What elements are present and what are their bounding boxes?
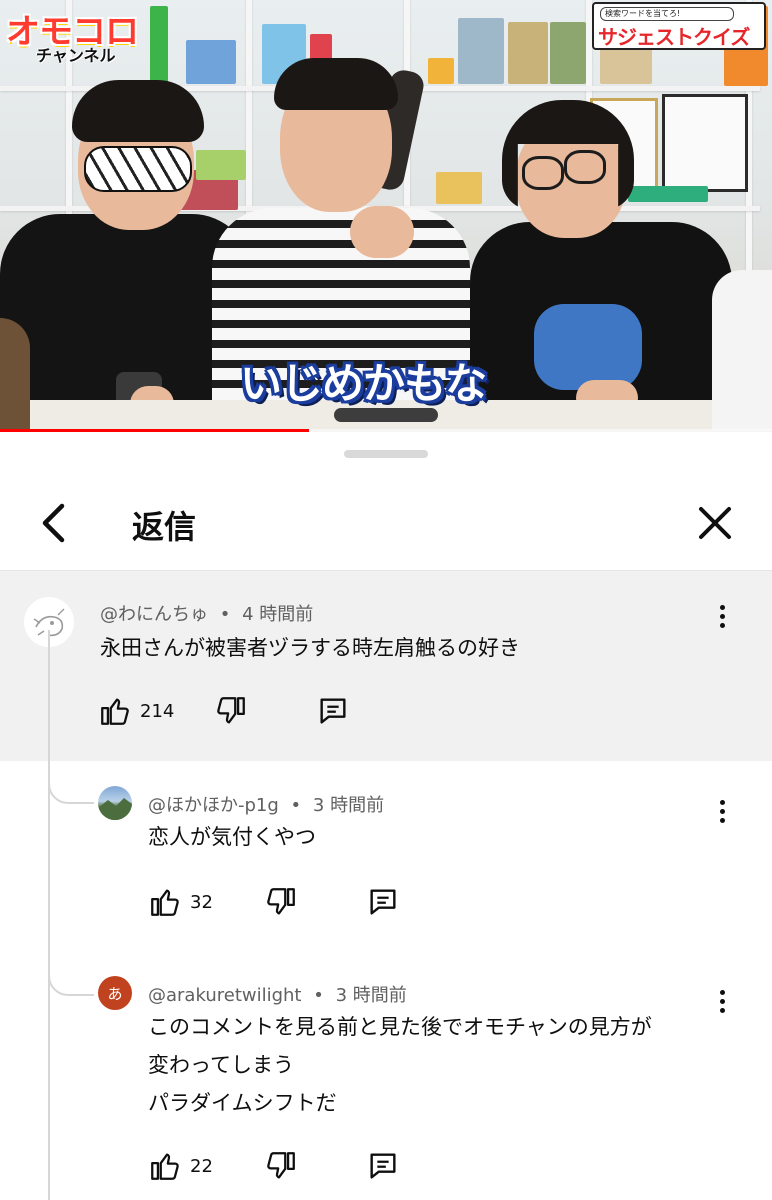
comment-time: 3 時間前 [335,985,407,1006]
replies-sheet: 返信 @わにんちゅ • 4 時間前 永田さんが被害者ヅラする時左肩触るの好き 2… [0,434,772,1200]
meta-separator: • [219,604,231,625]
avatar[interactable]: あ [98,976,132,1010]
like-count: 22 [190,1155,213,1177]
more-button[interactable] [707,981,737,1021]
thread-line [48,630,50,1200]
comment-icon [370,1153,396,1179]
more-vert-icon [719,799,725,805]
hair [72,80,204,142]
video-player[interactable]: オモコロ チャンネル 検索ワードを当てろ! サジェストクイズ いじめかもな [0,0,772,432]
thumbs-up-icon [151,889,179,916]
meta-separator: • [313,985,324,1006]
channel-logo-sub: チャンネル [36,46,116,65]
meta-separator: • [290,795,302,816]
shirt-print [534,304,642,390]
avatar-letter: あ [107,984,123,1003]
parent-comment: @わにんちゅ • 4 時間前 永田さんが被害者ヅラする時左肩触るの好き 214 [0,571,772,761]
video-progress-bar[interactable] [0,429,772,432]
comment-time: 4 時間前 [242,604,314,625]
shelf-prop [150,6,168,84]
more-button[interactable] [707,596,737,636]
thumbs-up-icon [101,698,129,725]
comment-line: パラダイムシフトだ [148,1091,337,1115]
reply-button[interactable] [366,1146,400,1186]
more-vert-dot [719,817,725,823]
thumbs-down-icon [267,1152,295,1179]
back-button[interactable] [30,498,80,548]
thread-connector [48,762,94,804]
shelf-prop [508,22,548,84]
glasses-left [522,156,564,190]
comment-icon [320,698,346,724]
more-vert-icon [719,989,725,995]
person-edge-left [0,318,30,430]
sheet-header: 返信 [0,474,772,570]
comment-line: 永田さんが被害者ヅラする時左肩触るの好き [100,636,520,660]
shelf-prop [428,58,454,84]
shelf-prop [186,40,236,84]
thread-connector [48,954,94,996]
video-progress-fill [0,429,309,432]
comment-line: 恋人が気付くやつ [148,825,316,849]
thumbs-down-icon [267,888,295,915]
comment-icon [370,889,396,915]
sheet-drag-handle[interactable] [344,450,428,458]
quiz-badge-title: サジェストクイズ [598,25,750,49]
avatar[interactable] [98,786,132,820]
comment-time: 3 時間前 [312,795,385,816]
comment-author[interactable]: @わにんちゅ [100,604,208,625]
comment-author[interactable]: @arakuretwilight [148,985,302,1006]
more-vert-dot [719,808,725,814]
comment-body: 恋人が気付くやつ [148,818,316,856]
shelf-prop [458,18,504,84]
like-button[interactable]: 22 [148,1146,213,1186]
more-vert-dot [719,622,725,628]
like-button[interactable]: 32 [148,882,213,922]
reply-button[interactable] [366,882,400,922]
more-button[interactable] [707,791,737,831]
glasses-right [564,150,606,184]
shelf-prop [196,150,246,180]
comment-author[interactable]: @ほかほか-p1g [148,795,279,816]
more-vert-dot [719,1007,725,1013]
sheet-title: 返信 [132,508,197,546]
thumbs-down-icon [217,697,245,724]
close-icon [699,507,731,539]
comment-meta: @わにんちゅ • 4 時間前 [100,600,313,626]
reply-button[interactable] [316,691,350,731]
quiz-badge-search: 検索ワードを当てろ! [600,7,734,21]
comment-line: このコメントを見る前と見た後でオモチャンの見方が [148,1015,652,1039]
more-vert-dot [719,613,725,619]
close-button[interactable] [690,498,740,548]
comment-meta: @arakuretwilight • 3 時間前 [148,981,407,1007]
picture-frame [662,94,748,192]
paper-mask [84,146,192,192]
shelf-prop [628,186,708,202]
landscape-avatar-icon [98,798,132,820]
comment-meta: @ほかほか-p1g • 3 時間前 [148,791,384,817]
thumbs-up-icon [151,1153,179,1180]
like-count: 32 [190,891,213,913]
dislike-button[interactable] [264,882,298,922]
comment-body: 永田さんが被害者ヅラする時左肩触るの好き [100,629,520,667]
shelf-prop [436,172,482,204]
like-count: 214 [140,700,175,722]
more-vert-icon [719,604,725,610]
video-caption: いじめかもな [240,359,487,408]
quiz-badge: 検索ワードを当てろ! サジェストクイズ [592,2,766,50]
like-button[interactable]: 214 [98,691,174,731]
dislike-button[interactable] [214,691,248,731]
chevron-left-icon [42,503,65,543]
shelf-prop [550,22,586,84]
comment-line: 変わってしまう [148,1053,294,1077]
person-edge-right [712,270,772,430]
more-vert-dot [719,998,725,1004]
dislike-button[interactable] [264,1146,298,1186]
hand-on-shoulder [350,206,414,258]
hair [274,58,398,110]
comment-body: このコメントを見る前と見た後でオモチャンの見方が 変わってしまう パラダイムシフ… [148,1008,652,1122]
